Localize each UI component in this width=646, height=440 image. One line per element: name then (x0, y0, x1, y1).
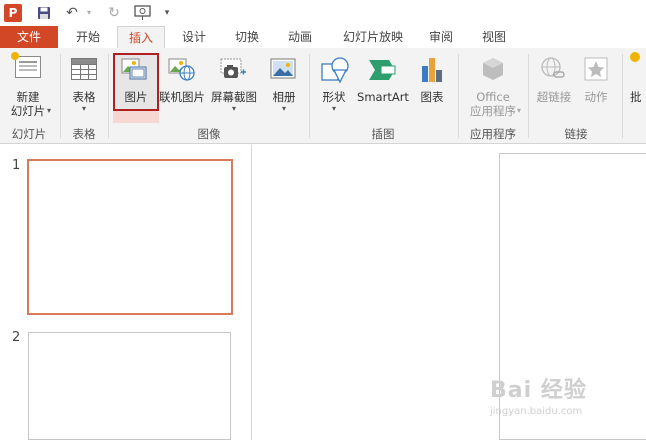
office-apps-dropdown-icon: ▾ (516, 106, 521, 115)
group-label-tables: 表格 (72, 127, 96, 141)
tab-animations[interactable]: 动画 (276, 26, 324, 48)
shapes-icon[interactable] (320, 56, 350, 84)
screenshot-label[interactable]: 屏幕截图 (208, 90, 260, 104)
photo-album-label[interactable]: 相册 (262, 90, 306, 104)
group-label-links: 链接 (564, 127, 588, 141)
save-icon[interactable] (34, 3, 54, 23)
chart-label[interactable]: 图表 (412, 90, 452, 104)
screenshot-dropdown-icon[interactable]: ▾ (229, 104, 239, 113)
present-from-start-icon[interactable] (132, 3, 154, 23)
watermark: Bai 经验 jingyan.baidu.com (490, 372, 640, 434)
shapes-label[interactable]: 形状 (312, 90, 356, 104)
smartart-icon[interactable] (367, 58, 397, 80)
hyperlink-icon (540, 56, 566, 82)
new-slide-dropdown-icon[interactable]: ▾ (44, 106, 54, 115)
new-slide-label-line1[interactable]: 新建 (2, 90, 54, 104)
table-icon[interactable] (71, 58, 97, 80)
group-label-slides: 幻灯片 (11, 127, 47, 141)
group-separator (622, 54, 623, 138)
tab-slideshow[interactable]: 幻灯片放映 (332, 26, 414, 48)
action-label: 动作 (584, 90, 608, 104)
online-pictures-label[interactable]: 联机图片 (157, 90, 207, 104)
table-button-label[interactable]: 表格 (62, 90, 106, 104)
watermark-main-text: Bai 经验 (490, 378, 587, 403)
tab-review[interactable]: 审阅 (418, 26, 464, 48)
watermark-url-text: jingyan.baidu.com (490, 406, 583, 417)
tab-file[interactable]: 文件 (0, 26, 58, 48)
action-icon (583, 56, 609, 82)
office-apps-icon (480, 56, 506, 82)
undo-dropdown-icon[interactable]: ▾ (84, 3, 94, 23)
redo-icon[interactable]: ↻ (104, 3, 124, 23)
table-dropdown-icon[interactable]: ▾ (79, 104, 89, 113)
group-separator (528, 54, 529, 138)
screenshot-icon[interactable] (219, 58, 247, 80)
powerpoint-logo-icon: P (4, 4, 22, 22)
new-slide-icon[interactable] (15, 56, 41, 78)
photo-album-dropdown-icon[interactable]: ▾ (279, 104, 289, 113)
group-label-apps: 应用程序 (470, 127, 516, 141)
pictures-icon[interactable] (121, 58, 147, 80)
customize-qat-dropdown-icon[interactable]: ▾ (160, 3, 174, 23)
photo-album-icon[interactable] (270, 58, 298, 80)
online-pictures-icon[interactable] (168, 58, 195, 81)
hyperlink-label: 超链接 (536, 90, 572, 104)
new-slide-spark-icon (11, 52, 19, 60)
tab-home[interactable]: 开始 (64, 26, 112, 48)
quick-access-toolbar (0, 0, 646, 26)
group-label-images: 图像 (197, 127, 221, 141)
chart-icon[interactable] (420, 56, 444, 82)
comment-spark-icon (630, 52, 640, 62)
undo-icon[interactable]: ↶ (62, 3, 82, 23)
slide-number: 1 (12, 158, 21, 173)
slide-thumbnail-2[interactable] (28, 332, 231, 440)
tab-design[interactable]: 设计 (170, 26, 218, 48)
group-separator (60, 54, 61, 138)
group-separator (309, 54, 310, 138)
group-separator (108, 54, 109, 138)
slide-number: 2 (12, 330, 21, 345)
tab-transitions[interactable]: 切换 (222, 26, 272, 48)
comment-label-partial[interactable]: 批 (630, 90, 646, 104)
tab-insert[interactable]: 插入 (117, 26, 165, 49)
pictures-button-label[interactable]: 图片 (115, 90, 157, 104)
group-separator (458, 54, 459, 138)
smartart-label[interactable]: SmartArt (355, 90, 411, 104)
office-apps-label-line1: Office (476, 90, 510, 104)
shapes-dropdown-icon[interactable]: ▾ (329, 104, 339, 113)
slide-thumbnail-1[interactable] (27, 159, 233, 315)
tab-view[interactable]: 视图 (470, 26, 518, 48)
group-label-illustrations: 插图 (371, 127, 395, 141)
pictures-button-underlay (113, 111, 159, 123)
